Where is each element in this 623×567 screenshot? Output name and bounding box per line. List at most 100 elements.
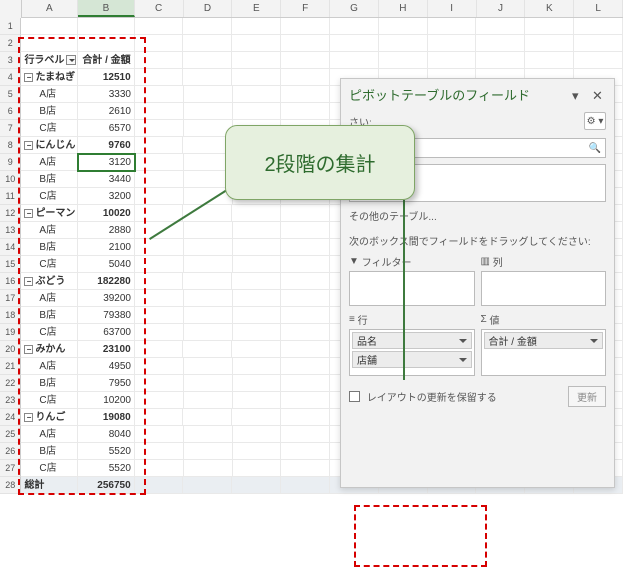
empty-cell[interactable] <box>135 120 184 137</box>
pivot-group-cell[interactable]: −みかん <box>21 341 78 358</box>
empty-cell[interactable] <box>232 35 281 52</box>
empty-cell[interactable] <box>233 239 282 256</box>
pivot-detail-value[interactable]: 39200 <box>78 290 135 307</box>
empty-cell[interactable] <box>135 154 184 171</box>
pivot-detail-label[interactable]: B店 <box>21 103 78 120</box>
row-header[interactable]: 9 <box>0 154 21 171</box>
pivot-detail-label[interactable]: A店 <box>21 290 78 307</box>
empty-cell[interactable] <box>476 18 525 35</box>
empty-cell[interactable] <box>135 477 184 494</box>
empty-cell[interactable] <box>379 35 428 52</box>
pivot-detail-label[interactable]: A店 <box>21 358 78 375</box>
empty-cell[interactable] <box>184 222 233 239</box>
pivot-detail-label[interactable]: A店 <box>21 86 78 103</box>
empty-cell[interactable] <box>232 52 281 69</box>
empty-cell[interactable] <box>281 341 330 358</box>
row-header[interactable]: 2 <box>0 35 21 52</box>
empty-cell[interactable] <box>184 443 233 460</box>
empty-cell[interactable] <box>135 188 184 205</box>
col-header[interactable]: B <box>78 0 135 17</box>
pivot-detail-label[interactable]: B店 <box>21 171 78 188</box>
empty-cell[interactable] <box>379 18 428 35</box>
row-header[interactable]: 28 <box>0 477 21 494</box>
empty-cell[interactable] <box>233 86 282 103</box>
empty-cell[interactable] <box>281 205 330 222</box>
empty-cell[interactable] <box>183 52 232 69</box>
chevron-down-icon[interactable]: ▾ <box>572 88 586 102</box>
area-rows-box[interactable]: 品名 店舗 <box>349 329 475 376</box>
row-field-item[interactable]: 店舗 <box>352 351 472 368</box>
empty-cell[interactable] <box>183 341 232 358</box>
pivot-group-total[interactable]: 12510 <box>78 69 135 86</box>
cell[interactable] <box>78 35 135 52</box>
col-header[interactable]: C <box>135 0 184 17</box>
empty-cell[interactable] <box>281 375 330 392</box>
empty-cell[interactable] <box>281 426 330 443</box>
empty-cell[interactable] <box>135 460 184 477</box>
empty-cell[interactable] <box>233 307 282 324</box>
row-header[interactable]: 19 <box>0 324 21 341</box>
pivot-detail-label[interactable]: C店 <box>21 120 78 137</box>
col-header[interactable]: G <box>330 0 379 17</box>
pivot-group-cell[interactable]: −りんご <box>21 409 78 426</box>
empty-cell[interactable] <box>232 477 281 494</box>
empty-cell[interactable] <box>183 273 232 290</box>
row-header[interactable]: 1 <box>0 18 21 35</box>
pivot-detail-label[interactable]: B店 <box>21 307 78 324</box>
empty-cell[interactable] <box>135 35 184 52</box>
empty-cell[interactable] <box>525 18 574 35</box>
pivot-detail-value[interactable]: 3120 <box>78 154 135 171</box>
empty-cell[interactable] <box>281 460 330 477</box>
empty-cell[interactable] <box>232 273 281 290</box>
col-header[interactable]: A <box>22 0 79 17</box>
pivot-detail-label[interactable]: C店 <box>21 324 78 341</box>
empty-cell[interactable] <box>574 18 623 35</box>
empty-cell[interactable] <box>135 52 184 69</box>
empty-cell[interactable] <box>135 290 184 307</box>
pivot-detail-label[interactable]: C店 <box>21 392 78 409</box>
col-header[interactable]: F <box>281 0 330 17</box>
pivot-group-total[interactable]: 10020 <box>78 205 135 222</box>
empty-cell[interactable] <box>184 375 233 392</box>
empty-cell[interactable] <box>135 307 184 324</box>
empty-cell[interactable] <box>135 426 184 443</box>
empty-cell[interactable] <box>281 324 330 341</box>
pivot-detail-value[interactable]: 5520 <box>78 443 135 460</box>
empty-cell[interactable] <box>281 69 330 86</box>
row-header[interactable]: 8 <box>0 137 21 154</box>
pivot-detail-value[interactable]: 10200 <box>78 392 135 409</box>
area-filter-box[interactable] <box>349 271 475 306</box>
row-header[interactable]: 18 <box>0 307 21 324</box>
empty-cell[interactable] <box>233 290 282 307</box>
row-header[interactable]: 27 <box>0 460 21 477</box>
area-values-box[interactable]: 合計 / 金額 <box>481 329 607 376</box>
cell[interactable] <box>21 35 78 52</box>
empty-cell[interactable] <box>135 239 184 256</box>
row-header[interactable]: 12 <box>0 205 21 222</box>
pivot-detail-value[interactable]: 6570 <box>78 120 135 137</box>
empty-cell[interactable] <box>233 103 282 120</box>
empty-cell[interactable] <box>184 290 233 307</box>
row-header[interactable]: 23 <box>0 392 21 409</box>
pivot-group-cell[interactable]: −ぶどう <box>21 273 78 290</box>
pivot-grand-label[interactable]: 総計 <box>21 477 78 494</box>
empty-cell[interactable] <box>281 239 330 256</box>
empty-cell[interactable] <box>135 341 184 358</box>
empty-cell[interactable] <box>233 358 282 375</box>
pivot-detail-label[interactable]: C店 <box>21 460 78 477</box>
empty-cell[interactable] <box>135 103 184 120</box>
pivot-detail-value[interactable]: 4950 <box>78 358 135 375</box>
pivot-detail-label[interactable]: A店 <box>21 426 78 443</box>
pivot-detail-value[interactable]: 2880 <box>78 222 135 239</box>
empty-cell[interactable] <box>232 341 281 358</box>
gear-icon[interactable]: ⚙ ▾ <box>584 112 606 130</box>
empty-cell[interactable] <box>281 443 330 460</box>
row-header[interactable]: 26 <box>0 443 21 460</box>
col-header[interactable]: I <box>428 0 477 17</box>
pivot-detail-value[interactable]: 5040 <box>78 256 135 273</box>
row-header[interactable]: 14 <box>0 239 21 256</box>
pivot-detail-label[interactable]: A店 <box>21 222 78 239</box>
empty-cell[interactable] <box>135 443 184 460</box>
row-header[interactable]: 5 <box>0 86 21 103</box>
empty-cell[interactable] <box>183 477 232 494</box>
